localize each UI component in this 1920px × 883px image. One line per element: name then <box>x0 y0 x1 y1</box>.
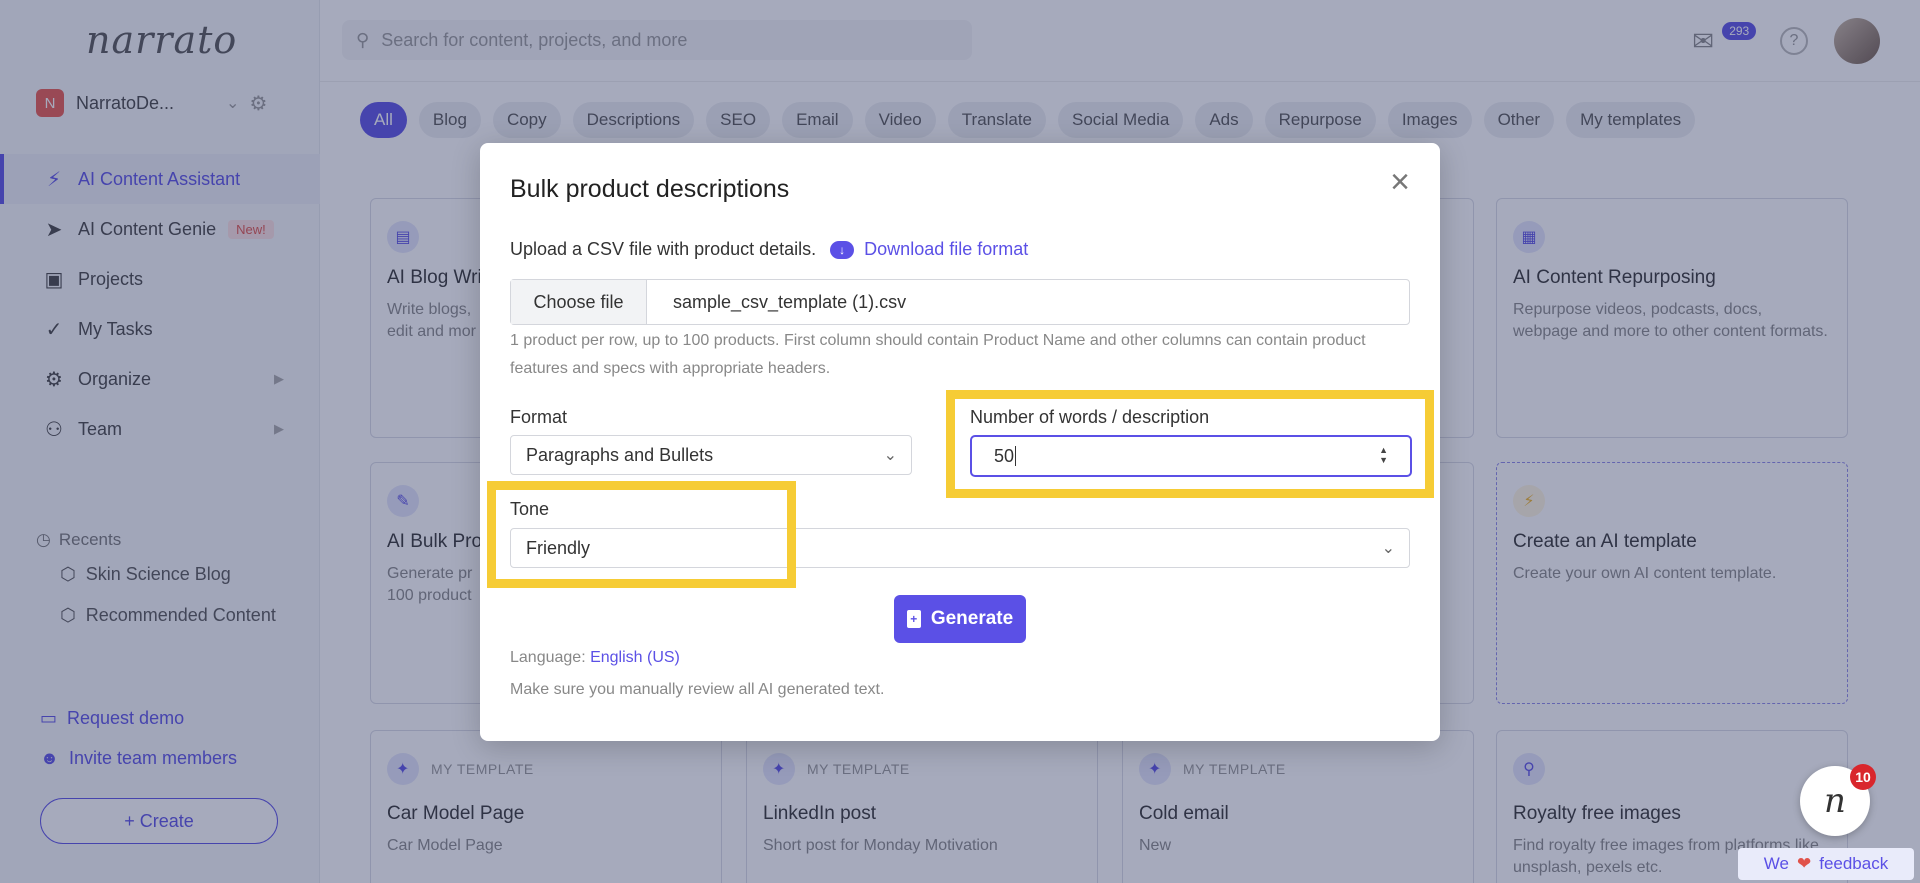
modal-title: Bulk product descriptions <box>510 175 790 203</box>
feedback-button[interactable]: We ❤ feedback <box>1738 848 1914 880</box>
chevron-down-icon: ⌄ <box>1381 540 1395 557</box>
words-value: 50 <box>994 445 1015 466</box>
file-input[interactable]: Choose file sample_csv_template (1).csv <box>510 279 1410 325</box>
chevron-down-icon: ⌄ <box>883 447 897 464</box>
download-file-format-link[interactable]: ↓ Download file format <box>830 239 1028 260</box>
tone-label: Tone <box>510 499 550 519</box>
notification-badge: 10 <box>1850 764 1876 790</box>
words-number-input[interactable]: 50 ▲ ▼ <box>970 435 1412 477</box>
generate-label: Generate <box>930 608 1014 629</box>
language-link[interactable]: English (US) <box>590 649 680 666</box>
upload-help-text: 1 product per row, up to 100 products. F… <box>510 332 1366 377</box>
language-setting: Language: English (US) <box>510 649 680 667</box>
tone-value: Friendly <box>526 537 591 558</box>
download-link-label: Download file format <box>864 239 1029 259</box>
chat-widget-logo: n <box>1824 781 1846 821</box>
document-plus-icon: + <box>906 610 921 628</box>
format-select[interactable]: Paragraphs and Bullets ⌄ <box>510 435 912 475</box>
file-name: sample_csv_template (1).csv <box>673 291 907 312</box>
words-label: Number of words / description <box>970 407 1210 427</box>
number-spinner-icon[interactable]: ▲ ▼ <box>1379 445 1388 465</box>
bulk-product-descriptions-modal: Bulk product descriptions × Upload a CSV… <box>480 143 1440 741</box>
upload-label: Upload a CSV file with product details. <box>510 239 817 259</box>
generate-button[interactable]: + Generate <box>894 595 1026 643</box>
feedback-we: We <box>1763 854 1789 873</box>
heart-icon: ❤ <box>1796 854 1812 873</box>
chat-widget-button[interactable]: n 10 <box>1800 764 1876 836</box>
text-cursor <box>1015 446 1017 466</box>
cloud-download-icon: ↓ <box>830 240 855 259</box>
language-label: Language: <box>510 649 591 666</box>
format-label: Format <box>510 407 568 427</box>
tone-select[interactable]: Friendly ⌄ <box>510 528 1410 568</box>
close-icon[interactable]: × <box>1390 165 1410 199</box>
choose-file-button[interactable]: Choose file <box>511 280 647 324</box>
upload-row: Upload a CSV file with product details. … <box>510 239 1028 260</box>
review-note: Make sure you manually review all AI gen… <box>510 681 885 698</box>
format-value: Paragraphs and Bullets <box>526 444 714 465</box>
feedback-label: feedback <box>1819 854 1889 873</box>
